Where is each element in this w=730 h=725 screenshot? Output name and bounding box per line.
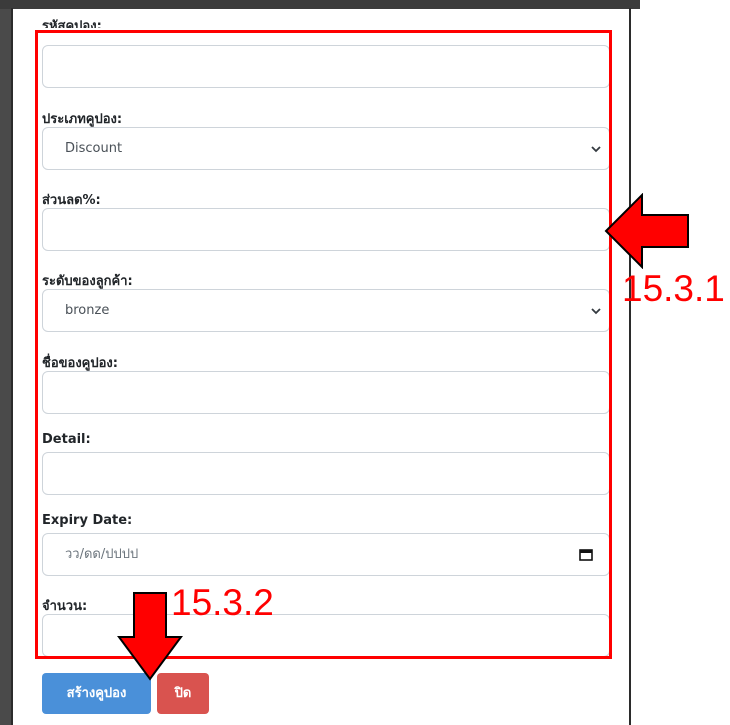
quantity-label: จำนวน: (42, 599, 88, 614)
expiry-date-placeholder: วว/ดด/ปปปป (65, 547, 139, 562)
expiry-date-input[interactable]: วว/ดด/ปปปป (42, 533, 610, 576)
expiry-date-label: Expiry Date: (42, 513, 133, 528)
detail-label: Detail: (42, 432, 91, 447)
calendar-icon[interactable] (579, 549, 593, 561)
step-label-15-3-1: 15.3.1 (622, 268, 725, 309)
coupon-name-label: ชื่อของคูปอง: (42, 356, 118, 371)
detail-input[interactable] (42, 452, 610, 495)
coupon-code-label: รหัสคูปอง: (42, 19, 102, 28)
coupon-code-input[interactable] (42, 45, 610, 88)
coupon-type-selected: Discount (65, 141, 123, 156)
customer-level-selected: bronze (65, 303, 110, 318)
step-label-15-3-2: 15.3.2 (171, 582, 274, 623)
coupon-type-select[interactable]: Discount (42, 127, 610, 170)
backdrop-top (0, 0, 640, 9)
coupon-name-input[interactable] (42, 371, 610, 414)
coupon-type-label: ประเภทคูปอง: (42, 112, 123, 127)
arrow-icon (604, 193, 689, 269)
modal-border-right (629, 8, 631, 725)
customer-level-select[interactable]: bronze (42, 289, 610, 332)
customer-level-label: ระดับของลูกค้า: (42, 274, 133, 289)
chevron-down-icon (591, 308, 601, 315)
chevron-down-icon (591, 146, 601, 153)
modal-border-left (11, 8, 13, 725)
discount-input[interactable] (42, 208, 610, 251)
discount-label: ส่วนลด%: (42, 193, 101, 208)
